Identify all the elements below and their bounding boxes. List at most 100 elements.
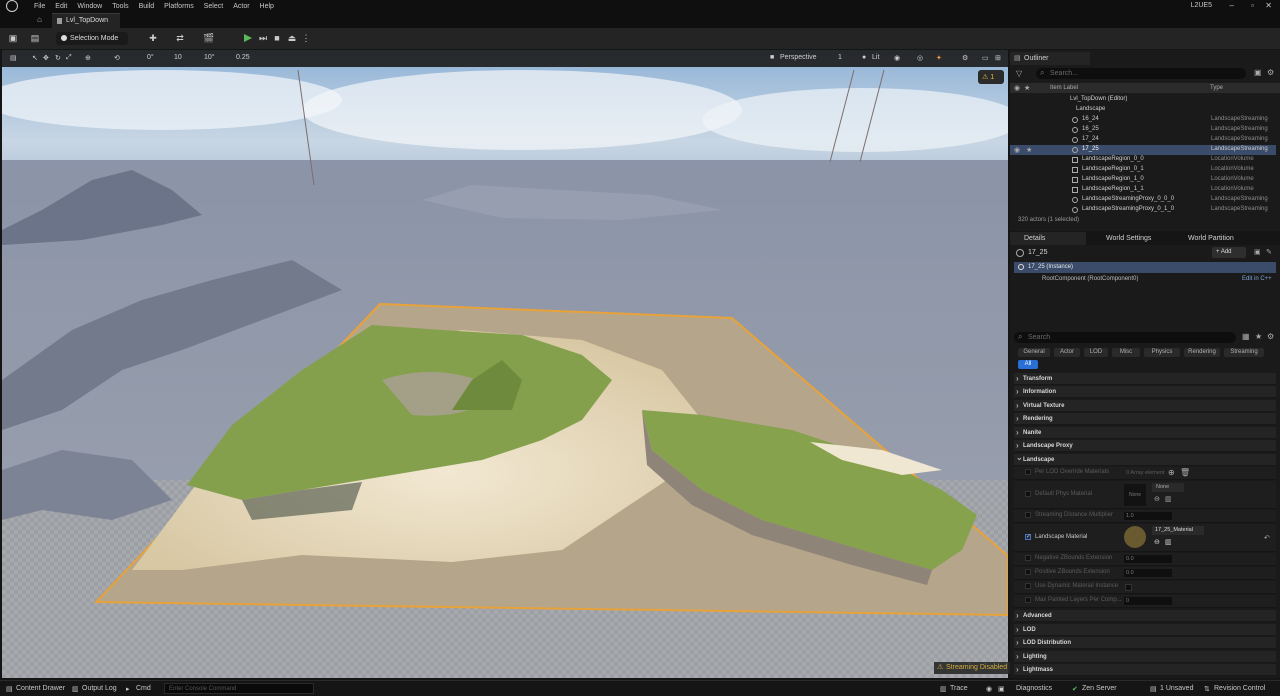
browse-icon[interactable]: ⊖ bbox=[1154, 495, 1160, 503]
filter-rendering[interactable]: Rendering bbox=[1184, 348, 1220, 357]
checkbox[interactable] bbox=[1025, 491, 1031, 497]
menu-platforms[interactable]: Platforms bbox=[164, 3, 194, 10]
bookmark-icon[interactable]: ▣ bbox=[998, 685, 1005, 693]
list-item[interactable]: LandscapeStreamingProxy_0_0_0 LandscapeSt… bbox=[1010, 195, 1276, 205]
select-tool-icon[interactable]: ↖ bbox=[32, 54, 38, 62]
layout-icon[interactable]: ▭ bbox=[982, 54, 989, 62]
section-lod-distribution[interactable]: LOD Distribution bbox=[1014, 637, 1276, 649]
star-icon[interactable]: ★ bbox=[1026, 146, 1032, 154]
edit-in-cpp-link[interactable]: Edit in C++ bbox=[1242, 276, 1272, 282]
menu-help[interactable]: Help bbox=[260, 3, 274, 10]
eject-icon[interactable]: ⏏ bbox=[287, 33, 297, 43]
add-actor-icon[interactable]: ✚ bbox=[148, 33, 158, 43]
section-lighting[interactable]: Lighting bbox=[1014, 651, 1276, 663]
lit-dropdown[interactable]: Lit bbox=[872, 54, 879, 61]
trace-dropdown[interactable]: Trace bbox=[950, 685, 968, 692]
max-painted-layers-field[interactable]: 0 bbox=[1124, 597, 1172, 605]
filter-actor[interactable]: Actor bbox=[1054, 348, 1080, 357]
landscape-scene[interactable] bbox=[2, 50, 1008, 678]
checkbox[interactable] bbox=[1025, 512, 1031, 518]
landscape-material-dropdown[interactable]: 17_25_Material bbox=[1152, 526, 1204, 535]
menu-edit[interactable]: Edit bbox=[55, 3, 67, 10]
filter-icon[interactable]: ▽ bbox=[1016, 69, 1022, 78]
filter-streaming[interactable]: Streaming bbox=[1224, 348, 1264, 357]
list-item[interactable]: LandscapeRegion_1_1 LocationVolume bbox=[1010, 185, 1276, 195]
list-item-selected[interactable]: ◉ ★ 17_25 LandscapeStreaming bbox=[1010, 145, 1276, 155]
camera-speed[interactable]: 1 bbox=[838, 54, 842, 61]
maximize-icon[interactable]: ▫ bbox=[1251, 1, 1254, 10]
filter-misc[interactable]: Misc bbox=[1112, 348, 1140, 357]
positive-zbounds-field[interactable]: 0.0 bbox=[1124, 569, 1172, 577]
cinematics-icon[interactable]: 🎬 bbox=[203, 33, 214, 43]
reset-icon[interactable]: ↶ bbox=[1264, 534, 1270, 542]
checkbox[interactable] bbox=[1025, 469, 1031, 475]
perspective-dropdown[interactable]: Perspective bbox=[780, 54, 817, 61]
list-item[interactable]: LandscapeStreamingProxy_0_1_0 LandscapeSt… bbox=[1010, 205, 1276, 215]
unreal-logo-icon[interactable] bbox=[6, 0, 18, 12]
section-landscape[interactable]: Landscape bbox=[1014, 453, 1276, 466]
settings-icon[interactable]: ⚙ bbox=[962, 54, 968, 62]
outliner-settings-icon[interactable]: ⚙ bbox=[1267, 68, 1274, 77]
move-tool-icon[interactable]: ✥ bbox=[43, 54, 49, 62]
list-item[interactable]: 16_25 LandscapeStreaming bbox=[1010, 125, 1276, 135]
section-lod[interactable]: LOD bbox=[1014, 624, 1276, 636]
menu-select[interactable]: Select bbox=[204, 3, 223, 10]
menu-file[interactable]: File bbox=[34, 3, 45, 10]
menu-actor[interactable]: Actor bbox=[233, 3, 249, 10]
viewport-grid-icon[interactable]: ⊞ bbox=[995, 54, 1001, 62]
details-settings-icon[interactable]: ⚙ bbox=[1267, 332, 1274, 341]
tab-outliner[interactable]: Outliner bbox=[1010, 52, 1090, 65]
warning-badge[interactable]: ⚠ 1 bbox=[978, 70, 1004, 84]
step-icon[interactable]: ⏭ bbox=[258, 33, 268, 43]
level-viewport[interactable] bbox=[2, 50, 1008, 678]
property-matrix-icon[interactable]: ▦ bbox=[1242, 332, 1250, 341]
column-item-label[interactable]: Item Label bbox=[1050, 85, 1078, 91]
edit-icon[interactable]: ✎ bbox=[1266, 248, 1272, 256]
filter-general[interactable]: General bbox=[1018, 348, 1050, 357]
scale-snap-value[interactable]: 0.25 bbox=[236, 54, 250, 61]
section-lightmass[interactable]: Lightmass bbox=[1014, 664, 1276, 676]
section-landscape-proxy[interactable]: Landscape Proxy bbox=[1014, 440, 1276, 452]
actor-name[interactable]: 17_25 bbox=[1028, 249, 1047, 256]
blueprint-icon[interactable]: ⇄ bbox=[175, 33, 185, 43]
revision-control-button[interactable]: Revision Control bbox=[1214, 685, 1265, 692]
filter-physics[interactable]: Physics bbox=[1144, 348, 1180, 357]
section-virtual-texture[interactable]: Virtual Texture bbox=[1014, 400, 1276, 412]
record-icon[interactable]: ◉ bbox=[986, 685, 992, 693]
rotate-tool-icon[interactable]: ↻ bbox=[55, 54, 61, 62]
add-component-button[interactable]: + Add bbox=[1212, 247, 1246, 258]
close-icon[interactable]: ✕ bbox=[1265, 1, 1272, 10]
checkbox[interactable] bbox=[1025, 597, 1031, 603]
selection-mode-dropdown[interactable]: Selection Mode bbox=[56, 32, 128, 45]
tab-lvl-topdown[interactable]: Lvl_TopDown bbox=[52, 13, 120, 28]
blueprint-add-icon[interactable]: ▣ bbox=[1254, 248, 1261, 256]
section-transform[interactable]: Transform bbox=[1014, 373, 1276, 385]
home-icon[interactable]: ⌂ bbox=[37, 15, 46, 24]
zen-server-button[interactable]: Zen Server bbox=[1082, 685, 1117, 692]
negative-zbounds-field[interactable]: 0.0 bbox=[1124, 555, 1172, 563]
delete-icon[interactable]: 🗑 bbox=[1180, 468, 1190, 477]
add-folder-icon[interactable]: ▣ bbox=[1254, 68, 1262, 77]
diagnostics-button[interactable]: Diagnostics bbox=[1016, 685, 1052, 692]
find-icon[interactable]: ▥ bbox=[1165, 538, 1172, 546]
dynamic-material-checkbox[interactable] bbox=[1125, 584, 1132, 591]
menu-tools[interactable]: Tools bbox=[112, 3, 128, 10]
tab-world-settings[interactable]: World Settings bbox=[1092, 232, 1174, 245]
list-item[interactable]: Landscape bbox=[1010, 105, 1276, 115]
unsaved-button[interactable]: 1 Unsaved bbox=[1160, 685, 1193, 692]
streaming-distance-field[interactable]: 1.0 bbox=[1124, 512, 1172, 520]
section-information[interactable]: Information bbox=[1014, 386, 1276, 398]
section-rendering[interactable]: Rendering bbox=[1014, 413, 1276, 425]
filter-lod[interactable]: LOD bbox=[1084, 348, 1108, 357]
location-snap-value[interactable]: 10 bbox=[174, 54, 182, 61]
filter-all[interactable]: All bbox=[1018, 360, 1038, 369]
realtime-icon[interactable]: ✦ bbox=[936, 54, 942, 62]
column-type[interactable]: Type bbox=[1210, 85, 1223, 91]
menu-build[interactable]: Build bbox=[139, 3, 155, 10]
surface-snap-icon[interactable]: ⟲ bbox=[114, 54, 120, 62]
browse-icon[interactable]: ⊖ bbox=[1154, 538, 1160, 546]
phys-material-dropdown[interactable]: None bbox=[1152, 483, 1184, 492]
viewport-options-icon[interactable]: ▤ bbox=[10, 54, 17, 62]
instance-row[interactable]: 17_25 (Instance) bbox=[1014, 262, 1276, 273]
checkbox[interactable] bbox=[1025, 555, 1031, 561]
